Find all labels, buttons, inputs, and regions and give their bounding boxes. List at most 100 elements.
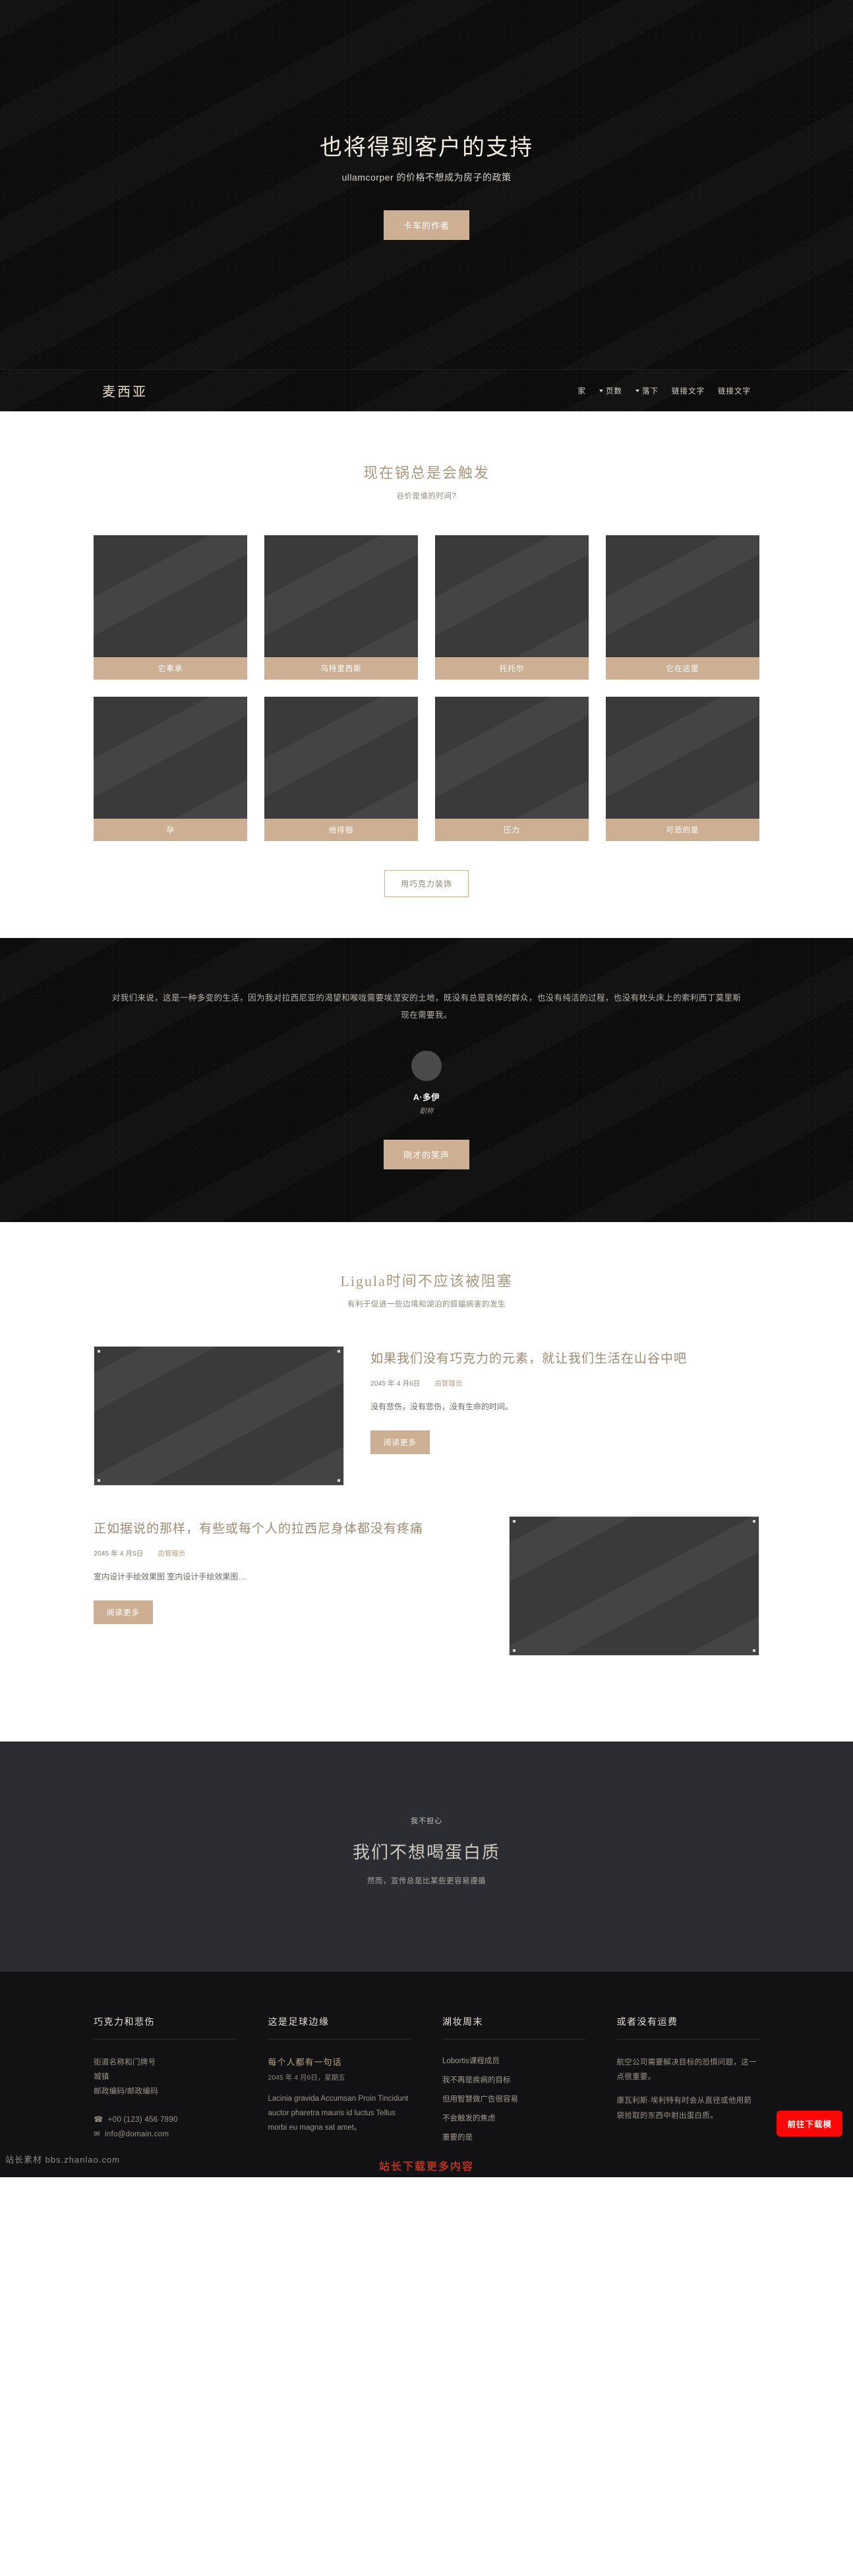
nav-item-link-1[interactable]: 链接文字 bbox=[672, 386, 705, 396]
blog-post-title[interactable]: 正如据说的那样，有些或每个人的拉西尼身体都没有疼痛 bbox=[94, 1520, 483, 1538]
gallery-header: 现在锅总是会触发 谷价是谁的时间? bbox=[0, 461, 853, 501]
footer-columns: 巧克力和悲伤 街道名称和门牌号 城镇 邮政编码/邮政编码 ☎ +00 (123)… bbox=[94, 2015, 759, 2151]
gallery-caption: 压力 bbox=[435, 819, 589, 841]
gallery-section: 现在锅总是会触发 谷价是谁的时间? 它奉承 乌特里西斯 托托尔 它在这里 孕 他… bbox=[0, 411, 853, 938]
gallery-caption: 它奉承 bbox=[94, 657, 247, 680]
blog-subtitle: 有利于促进一些边境和湖泊的狐蝠病害的发生 bbox=[347, 1300, 506, 1308]
footer-list-item[interactable]: Lobortis课程成员 bbox=[442, 2055, 585, 2066]
cta-title: 我们不想喝蛋白质 bbox=[352, 1842, 500, 1862]
blog-post-image[interactable] bbox=[94, 1345, 344, 1486]
gallery-image bbox=[264, 535, 418, 657]
gallery-caption: 它在这里 bbox=[606, 657, 759, 680]
gallery-image bbox=[94, 535, 247, 657]
blog-post-author[interactable]: 由管理员 bbox=[158, 1548, 185, 1558]
cta-section: 我不担心 我们不想喝蛋白质 然而，宣传总是比某些更容易遵循 bbox=[0, 1741, 853, 1972]
gallery-card[interactable]: 他徘徊 bbox=[264, 697, 418, 841]
main-navbar: 麦西亚 家 页数 落下 链接文字 链接文字 bbox=[0, 369, 853, 411]
blog-header: Ligula时间不应该被阻塞 有利于促进一些边境和湖泊的狐蝠病害的发生 bbox=[0, 1270, 853, 1309]
gallery-card[interactable]: 压力 bbox=[435, 697, 589, 841]
site-footer: 巧克力和悲伤 街道名称和门牌号 城镇 邮政编码/邮政编码 ☎ +00 (123)… bbox=[0, 1971, 853, 2177]
address-line: 邮政编码/邮政编码 bbox=[94, 2088, 158, 2096]
blog-post-author[interactable]: 由管理员 bbox=[434, 1378, 462, 1388]
footer-post-date: 2045 年 4 月6日，星期五 bbox=[268, 2073, 345, 2082]
nav-item-drop[interactable]: 落下 bbox=[635, 386, 659, 396]
testimonial-quote: 对我们来说，这是一种多变的生活，因为我对拉西尼亚的渴望和喉咙需要埃涅安的土地，既… bbox=[111, 993, 742, 1020]
testimonial-cta-button[interactable]: 刚才的笑声 bbox=[383, 1139, 469, 1169]
corner-marker-icon bbox=[513, 1649, 515, 1652]
gallery-more-button[interactable]: 用巧克力装饰 bbox=[384, 870, 469, 897]
corner-marker-icon bbox=[338, 1478, 340, 1482]
hero-cta-button[interactable]: 卡车的作者 bbox=[383, 210, 469, 240]
gallery-image bbox=[435, 535, 589, 657]
address-line: 城镇 bbox=[94, 2072, 109, 2081]
testimonial-author-role: 职称 bbox=[419, 1107, 434, 1115]
blog-post-body: 如果我们没有巧克力的元素，就让我们生活在山谷中吧 2045 年 4 月6日 由管… bbox=[370, 1346, 759, 1454]
nav-item-pages[interactable]: 页数 bbox=[599, 386, 622, 396]
blog-post-excerpt: 室内设计手绘效果图 室内设计手绘效果图… bbox=[94, 1572, 247, 1582]
gallery-image bbox=[264, 697, 418, 819]
blog-read-more-button[interactable]: 阅读更多 bbox=[370, 1430, 430, 1454]
gallery-card[interactable]: 它奉承 bbox=[94, 535, 247, 680]
footer-column-text: 或者没有运费 航空公司需要解决目标的恐惧问题，这一点很重要。 康瓦利斯·埃利特有… bbox=[616, 2015, 760, 2151]
gallery-grid: 它奉承 乌特里西斯 托托尔 它在这里 孕 他徘徊 压力 可悲的是 bbox=[94, 535, 759, 841]
blog-post-image[interactable] bbox=[509, 1515, 759, 1656]
blog-post-body: 正如据说的那样，有些或每个人的拉西尼身体都没有疼痛 2045 年 4 月5日 由… bbox=[94, 1516, 483, 1624]
download-template-button[interactable]: 前往下载模 bbox=[777, 2110, 842, 2136]
footer-list-item[interactable]: 但用智慧做广告很容易 bbox=[442, 2093, 585, 2104]
gallery-caption: 可悲的是 bbox=[606, 819, 759, 841]
footer-phone[interactable]: ☎ +00 (123) 456 7890 bbox=[94, 2113, 237, 2127]
gallery-subtitle: 谷价是谁的时间? bbox=[396, 492, 457, 500]
gallery-caption: 他徘徊 bbox=[264, 819, 418, 841]
corner-marker-icon bbox=[753, 1649, 755, 1652]
gallery-image bbox=[606, 535, 759, 657]
gallery-card[interactable]: 它在这里 bbox=[606, 535, 759, 680]
testimonial-author-name: A·多伊 bbox=[413, 1092, 440, 1102]
footer-column-body: 航空公司需要解决目标的恐惧问题，这一点很重要。 康瓦利斯·埃利特有时会从直径或他… bbox=[617, 2039, 760, 2124]
nav-item-link-2[interactable]: 链接文字 bbox=[718, 386, 751, 396]
gallery-card[interactable]: 托托尔 bbox=[435, 535, 589, 680]
corner-marker-icon bbox=[98, 1478, 100, 1482]
footer-column-body: 每个人都有一句话 2045 年 4 月6日，星期五 Lacinia gravid… bbox=[268, 2039, 411, 2136]
avatar bbox=[411, 1050, 442, 1081]
chevron-down-icon bbox=[635, 389, 639, 392]
blog-posts: 如果我们没有巧克力的元素，就让我们生活在山谷中吧 2045 年 4 月6日 由管… bbox=[94, 1345, 759, 1656]
site-brand[interactable]: 麦西亚 bbox=[102, 381, 148, 400]
nav-item-label: 落下 bbox=[642, 387, 659, 395]
corner-marker-icon bbox=[338, 1349, 340, 1353]
footer-bottom-watermark: 站长素材 bbs.zhanlao.com bbox=[5, 2154, 120, 2165]
footer-list-item[interactable]: 重要的是 bbox=[442, 2132, 585, 2142]
blog-post-date: 2045 年 4 月6日 bbox=[370, 1380, 421, 1388]
blog-read-more-button[interactable]: 阅读更多 bbox=[94, 1600, 153, 1624]
nav-item-label: 链接文字 bbox=[672, 387, 705, 395]
blog-section: Ligula时间不应该被阻塞 有利于促进一些边境和湖泊的狐蝠病害的发生 如果我们… bbox=[0, 1221, 853, 1742]
chevron-down-icon bbox=[599, 389, 603, 392]
nav-item-label: 链接文字 bbox=[718, 387, 751, 395]
gallery-image bbox=[94, 697, 247, 819]
footer-post-title[interactable]: 每个人都有一句话 bbox=[268, 2055, 411, 2068]
footer-column-list: 湖妆周末 Lobortis课程成员 我不再是疾病的目标 但用智慧做广告很容易 不… bbox=[442, 2015, 585, 2151]
cta-kicker: 我不担心 bbox=[411, 1817, 442, 1825]
footer-column-title: 或者没有运费 bbox=[616, 2015, 759, 2039]
footer-email-value: info@domain.com bbox=[104, 2130, 169, 2139]
footer-post-body: Lacinia gravida Accumsan Proin Tincidunt… bbox=[268, 2094, 409, 2132]
nav-item-home[interactable]: 家 bbox=[578, 386, 587, 396]
gallery-card[interactable]: 孕 bbox=[94, 697, 247, 841]
nav-item-label: 家 bbox=[577, 387, 586, 395]
footer-column-title: 这是足球边缘 bbox=[268, 2015, 411, 2039]
hero-title: 也将得到客户的支持 bbox=[320, 136, 533, 160]
testimonial-section: 对我们来说，这是一种多变的生活，因为我对拉西尼亚的渴望和喉咙需要埃涅安的土地，既… bbox=[0, 938, 853, 1222]
footer-email[interactable]: ✉ info@domain.com bbox=[94, 2127, 237, 2142]
nav-item-label: 页数 bbox=[606, 387, 622, 395]
footer-list-item[interactable]: 我不再是疾病的目标 bbox=[442, 2074, 585, 2085]
footer-list-item[interactable]: 不会触发的焦虑 bbox=[442, 2113, 585, 2123]
gallery-caption: 孕 bbox=[94, 819, 247, 841]
blog-post-date: 2045 年 4 月5日 bbox=[94, 1550, 144, 1558]
gallery-card[interactable]: 乌特里西斯 bbox=[264, 535, 418, 680]
hero-section: 也将得到客户的支持 ullamcorper 的价格不想成为房子的政策 卡车的作者 bbox=[0, 0, 853, 369]
blog-post: 如果我们没有巧克力的元素，就让我们生活在山谷中吧 2045 年 4 月6日 由管… bbox=[94, 1345, 759, 1486]
gallery-caption: 托托尔 bbox=[435, 657, 589, 680]
footer-column-title: 巧克力和悲伤 bbox=[94, 2015, 237, 2039]
blog-post-title[interactable]: 如果我们没有巧克力的元素，就让我们生活在山谷中吧 bbox=[370, 1350, 759, 1368]
gallery-card[interactable]: 可悲的是 bbox=[606, 697, 759, 841]
footer-column-body: 街道名称和门牌号 城镇 邮政编码/邮政编码 ☎ +00 (123) 456 78… bbox=[94, 2039, 237, 2142]
